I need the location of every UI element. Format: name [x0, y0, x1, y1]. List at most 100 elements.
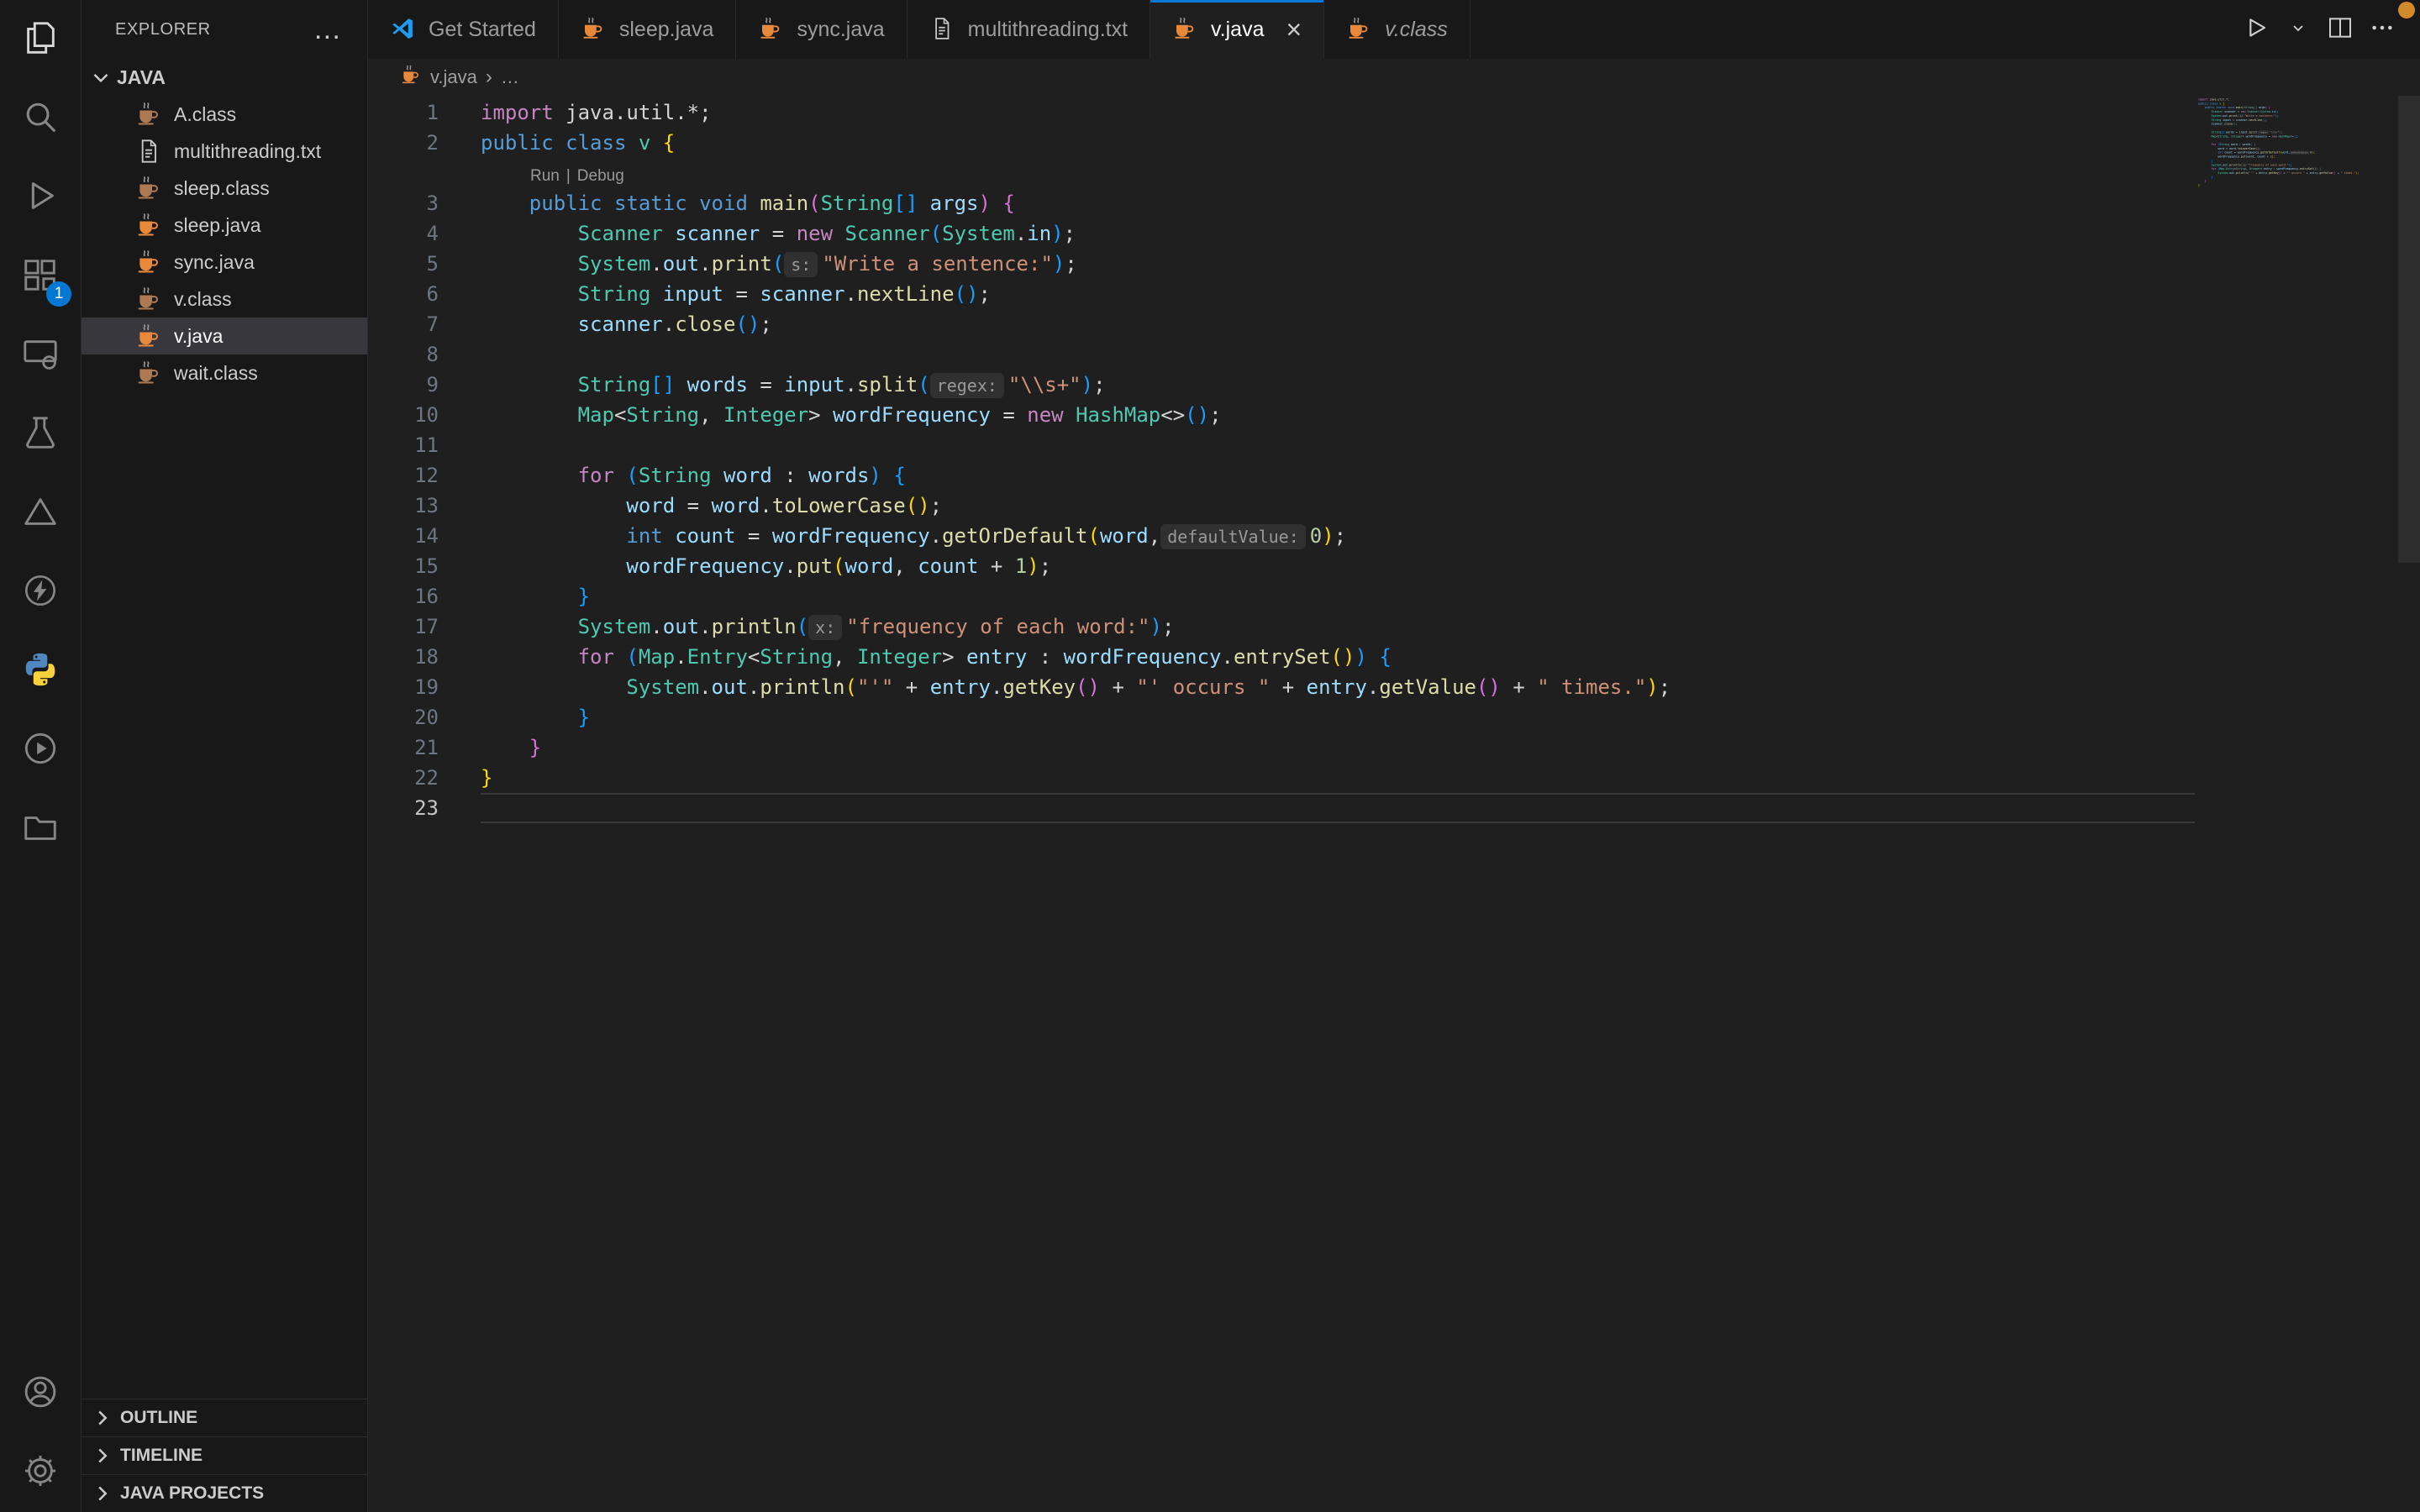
line-number[interactable]: 3	[368, 188, 439, 218]
line-number[interactable]: 19	[368, 672, 439, 702]
activity-python-extension[interactable]	[0, 632, 81, 711]
activity-accounts[interactable]	[0, 1354, 81, 1433]
file-wait.class[interactable]: wait.class	[82, 354, 367, 391]
line-number[interactable]: 12	[368, 460, 439, 491]
activity-run-extension[interactable]	[0, 711, 81, 790]
line-number[interactable]: 9	[368, 370, 439, 400]
section-timeline[interactable]: TIMELINE	[82, 1436, 367, 1474]
codelens-run-link[interactable]: Run	[530, 165, 560, 188]
activity-triangle-extension[interactable]	[0, 474, 81, 553]
code-token	[481, 464, 578, 487]
line-content[interactable]: for (Map.Entry<String, Integer> entry : …	[439, 642, 1392, 672]
line-number[interactable]: 23	[368, 793, 439, 823]
line-number[interactable]: 15	[368, 551, 439, 581]
tab-sync-java[interactable]: sync.java	[736, 0, 907, 59]
line-content[interactable]: word = word.toLowerCase();	[439, 491, 942, 521]
tab-v-class[interactable]: v.class	[1324, 0, 1470, 59]
file-sync.java[interactable]: sync.java	[82, 244, 367, 281]
line-content[interactable]: Scanner scanner = new Scanner(System.in)…	[439, 218, 1076, 249]
split-editor-button[interactable]	[2321, 10, 2360, 49]
file-sleep.class[interactable]: sleep.class	[82, 170, 367, 207]
activity-search[interactable]	[0, 79, 81, 158]
line-content[interactable]	[439, 793, 481, 823]
line-content[interactable]: String input = scanner.nextLine();	[439, 279, 991, 309]
account-icon	[21, 1373, 60, 1415]
line-number[interactable]: 18	[368, 642, 439, 672]
line-number[interactable]: 6	[368, 279, 439, 309]
codelens-debug-link[interactable]: Debug	[577, 165, 624, 188]
tab-get-started[interactable]: Get Started	[368, 0, 559, 59]
line-content[interactable]	[439, 339, 481, 370]
activity-lightning-extension[interactable]	[0, 553, 81, 632]
line-content[interactable]: Map<String, Integer> wordFrequency = new…	[439, 400, 1222, 430]
activity-bar: 1	[0, 0, 82, 1512]
line-number[interactable]: 2	[368, 128, 439, 158]
line-content[interactable]: String[] words = input.split(regex:"\\s+…	[439, 370, 1106, 400]
code-token: getValue	[1379, 675, 1476, 699]
folder-java[interactable]: JAVA	[82, 59, 367, 96]
run-button[interactable]	[2237, 10, 2275, 49]
section-outline[interactable]: OUTLINE	[82, 1399, 367, 1436]
line-content[interactable]: for (String word : words) {	[439, 460, 906, 491]
line-content[interactable]: System.out.print(s:"Write a sentence:");	[439, 249, 1077, 279]
line-content[interactable]: System.out.println("'" + entry.getKey() …	[439, 672, 1670, 702]
line-number[interactable]: 13	[368, 491, 439, 521]
line-content[interactable]: }	[439, 581, 590, 612]
line-number[interactable]: 14	[368, 521, 439, 551]
breadcrumb-file[interactable]: v.java	[430, 66, 477, 88]
line-content[interactable]: }	[439, 702, 590, 732]
line-number[interactable]: 8	[368, 339, 439, 370]
line-number[interactable]: 22	[368, 763, 439, 793]
line-content[interactable]: wordFrequency.put(word, count + 1);	[439, 551, 1051, 581]
file-sleep.java[interactable]: sleep.java	[82, 207, 367, 244]
line-content[interactable]: scanner.close();	[439, 309, 772, 339]
line-number[interactable]: 16	[368, 581, 439, 612]
line-number[interactable]: 21	[368, 732, 439, 763]
line-content[interactable]	[439, 430, 481, 460]
vscode-icon	[390, 16, 417, 43]
code-token	[675, 373, 687, 396]
line-content[interactable]: }	[439, 732, 541, 763]
line-number[interactable]: 5	[368, 249, 439, 279]
line-content[interactable]: int count = wordFrequency.getOrDefault(w…	[439, 521, 1346, 551]
line-content[interactable]: public static void main(String[] args) {	[439, 188, 1015, 218]
line-number[interactable]: 20	[368, 702, 439, 732]
activity-testing[interactable]	[0, 395, 81, 474]
code-token: print	[712, 252, 772, 276]
line-number[interactable]: 10	[368, 400, 439, 430]
line-number[interactable]: 11	[368, 430, 439, 460]
close-icon[interactable]: ×	[1286, 16, 1302, 43]
line-content[interactable]: }	[439, 763, 492, 793]
activity-run-and-debug[interactable]	[0, 158, 81, 237]
breadcrumb-collapsed[interactable]: …	[501, 66, 519, 88]
code-token: System	[578, 252, 651, 276]
scrollbar-thumb[interactable]	[2398, 96, 2420, 563]
file-v.class[interactable]: v.class	[82, 281, 367, 318]
code-line-7: 7 scanner.close();	[368, 309, 2420, 339]
tab-sleep-java[interactable]: sleep.java	[559, 0, 737, 59]
activity-extensions[interactable]: 1	[0, 237, 81, 316]
run-dropdown[interactable]	[2279, 10, 2317, 49]
sidebar-more-actions[interactable]: …	[313, 24, 342, 35]
file-A.class[interactable]: A.class	[82, 96, 367, 133]
file-multithreading.txt[interactable]: multithreading.txt	[82, 133, 367, 170]
line-number[interactable]: 17	[368, 612, 439, 642]
file-v.java[interactable]: v.java	[82, 318, 367, 354]
code-token	[554, 131, 566, 155]
line-number[interactable]: 1	[368, 97, 439, 128]
activity-folder-extension[interactable]	[0, 790, 81, 869]
tab-v-java[interactable]: v.java×	[1150, 0, 1324, 59]
more-actions-button[interactable]	[2363, 10, 2402, 49]
activity-explorer[interactable]	[0, 0, 81, 79]
line-content[interactable]: public class v {	[439, 128, 675, 158]
line-number[interactable]: 7	[368, 309, 439, 339]
activity-manage[interactable]	[0, 1433, 81, 1512]
section-java-projects[interactable]: JAVA PROJECTS	[82, 1474, 367, 1512]
line-content[interactable]: import java.util.*;	[439, 97, 712, 128]
line-content[interactable]: System.out.println(x:"frequency of each …	[439, 612, 1174, 642]
tab-multithreading-txt[interactable]: multithreading.txt	[908, 0, 1150, 59]
activity-remote-explorer[interactable]	[0, 316, 81, 395]
line-number[interactable]: 4	[368, 218, 439, 249]
minimap[interactable]: import java.util.*;public class v { publ…	[2198, 97, 2378, 203]
code-token	[481, 615, 578, 638]
